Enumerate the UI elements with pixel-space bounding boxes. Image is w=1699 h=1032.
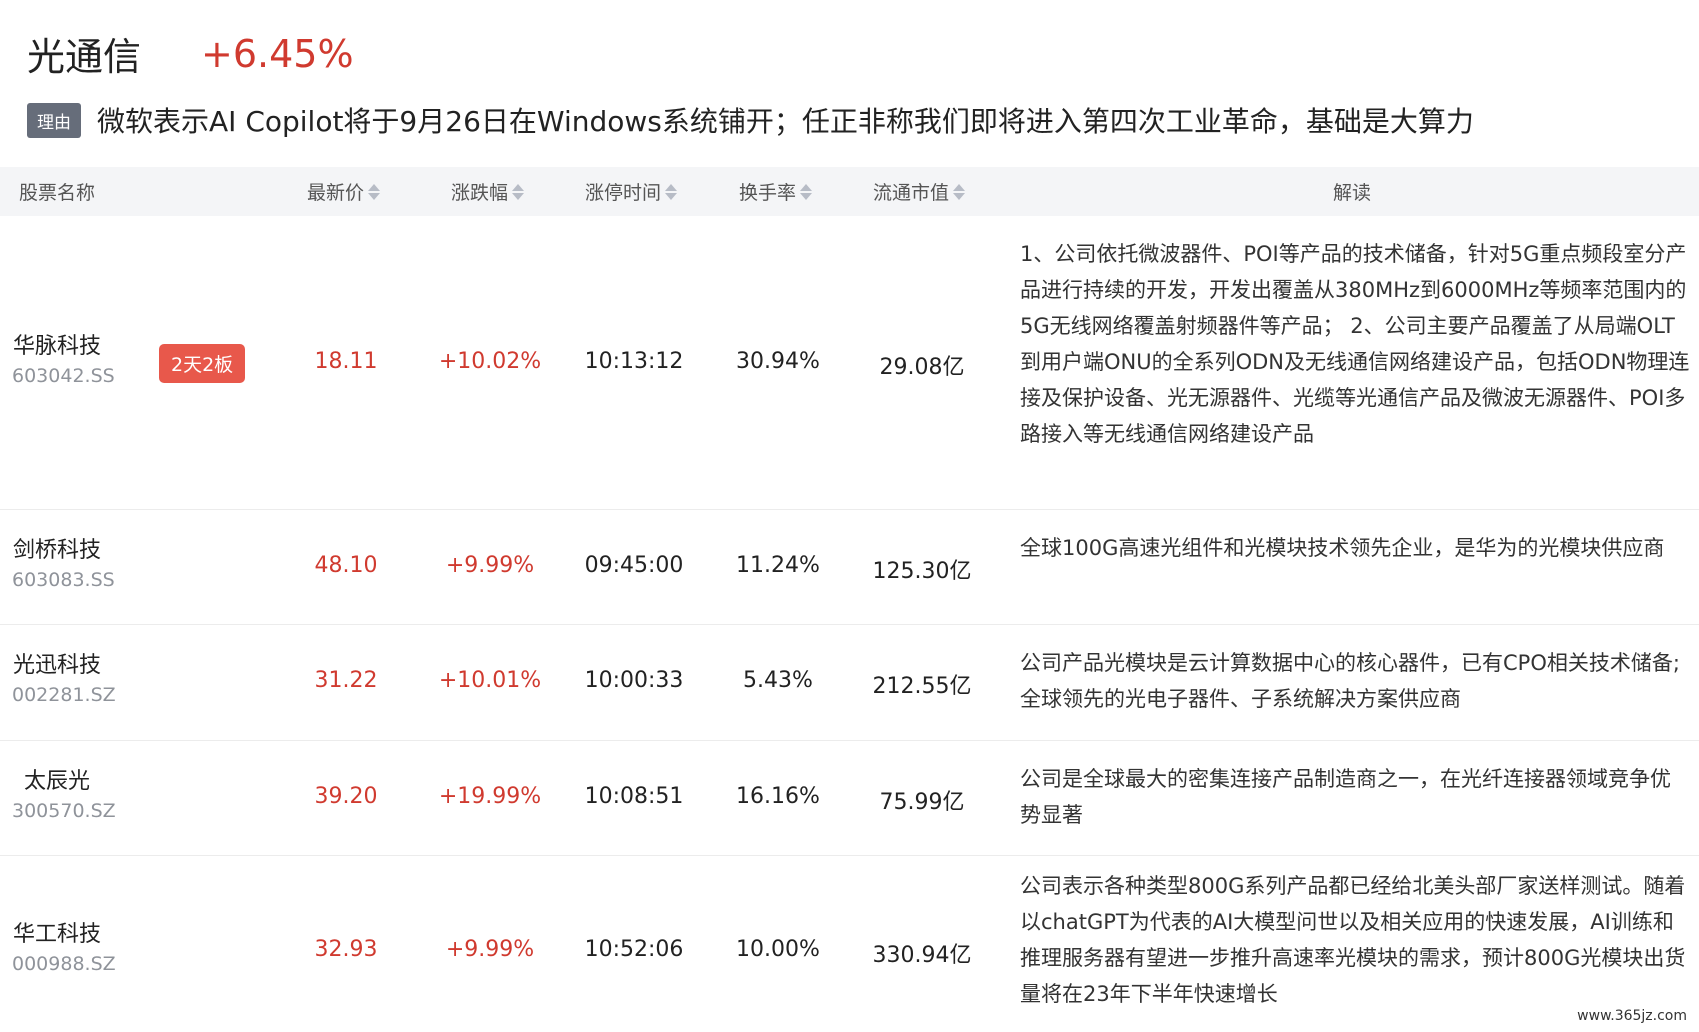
stock-name[interactable]: 华工科技 (13, 916, 101, 948)
sort-icon[interactable] (665, 183, 678, 200)
limit-up-time: 09:45:00 (584, 553, 684, 578)
column-header-limit-time[interactable]: 涨停时间 (585, 178, 678, 205)
limit-up-time: 10:08:51 (584, 784, 684, 809)
change-percent: +10.01% (438, 668, 542, 693)
column-header-change[interactable]: 涨跌幅 (451, 178, 525, 205)
table-row[interactable]: 华工科技 000988.SZ 32.93 +9.99% 10:52:06 10.… (0, 856, 1699, 1032)
column-label: 涨跌幅 (451, 182, 509, 204)
stock-code: 002281.SZ (12, 684, 116, 706)
table-header: 股票名称 最新价 涨跌幅 涨停时间 换手率 流通市值 解读 (0, 167, 1699, 216)
stock-code: 300570.SZ (12, 800, 116, 822)
change-percent: +9.99% (445, 937, 535, 962)
change-percent: +19.99% (438, 784, 542, 809)
table-row[interactable]: 剑桥科技 603083.SS 48.10 +9.99% 09:45:00 11.… (0, 510, 1699, 625)
analysis-text: 公司产品光模块是云计算数据中心的核心器件，已有CPO相关技术储备;全球领先的光电… (1020, 651, 1680, 711)
turnover-rate: 10.00% (736, 937, 820, 962)
stock-name[interactable]: 剑桥科技 (13, 532, 101, 564)
stock-name[interactable]: 光迅科技 (13, 647, 101, 679)
turnover-rate: 11.24% (736, 553, 820, 578)
column-header-name: 股票名称 (19, 182, 96, 204)
sort-icon[interactable] (368, 183, 381, 200)
sort-icon[interactable] (953, 183, 966, 200)
analysis-text: 1、公司依托微波器件、POI等产品的技术储备，针对5G重点频段室分产品进行持续的… (1020, 242, 1690, 446)
limit-up-time: 10:13:12 (584, 349, 684, 374)
sector-title[interactable]: 光通信 (27, 26, 141, 81)
stock-table: 股票名称 最新价 涨跌幅 涨停时间 换手率 流通市值 解读 华脉科技 60304… (0, 167, 1699, 1006)
float-market-cap: 125.30亿 (872, 559, 972, 584)
turnover-rate: 30.94% (736, 349, 820, 374)
table-row[interactable]: 华脉科技 603042.SS 2天2板 18.11 +10.02% 10:13:… (0, 216, 1699, 510)
column-header-price[interactable]: 最新价 (307, 178, 381, 205)
watermark: www.365jz.com (1573, 1006, 1691, 1026)
stock-code: 603083.SS (12, 569, 115, 591)
change-percent: +9.99% (445, 553, 535, 578)
analysis-text: 全球100G高速光组件和光模块技术领先企业，是华为的光模块供应商 (1020, 536, 1665, 560)
limit-up-time: 10:00:33 (584, 668, 684, 693)
page: 光通信 +6.45% 理由 微软表示AI Copilot将于9月26日在Wind… (0, 0, 1699, 1032)
analysis-text: 公司表示各种类型800G系列产品都已经给北美头部厂家送样测试。随着以chatGP… (1020, 874, 1686, 1006)
column-header-analysis: 解读 (1333, 182, 1372, 204)
sort-icon[interactable] (800, 183, 813, 200)
column-label: 最新价 (307, 182, 365, 204)
sort-icon[interactable] (512, 183, 525, 200)
latest-price: 31.22 (314, 668, 378, 693)
stock-name[interactable]: 太辰光 (24, 763, 90, 795)
float-market-cap: 212.55亿 (872, 674, 972, 699)
reason-tag: 理由 (27, 102, 81, 138)
stock-code: 000988.SZ (12, 953, 116, 975)
change-percent: +10.02% (438, 349, 542, 374)
limit-up-time: 10:52:06 (584, 937, 684, 962)
analysis-text: 公司是全球最大的密集连接产品制造商之一，在光纤连接器领域竞争优势显著 (1020, 767, 1671, 827)
turnover-rate: 16.16% (736, 784, 820, 809)
latest-price: 32.93 (314, 937, 378, 962)
column-label: 涨停时间 (585, 182, 662, 204)
column-label: 换手率 (739, 182, 797, 204)
stock-name[interactable]: 华脉科技 (13, 328, 101, 360)
float-market-cap: 29.08亿 (879, 355, 965, 380)
latest-price: 39.20 (314, 784, 378, 809)
column-header-turnover[interactable]: 换手率 (739, 178, 813, 205)
reason-text: 微软表示AI Copilot将于9月26日在Windows系统铺开；任正非称我们… (97, 105, 1474, 138)
latest-price: 18.11 (314, 349, 378, 374)
sector-header: 光通信 +6.45% (27, 26, 354, 81)
turnover-rate: 5.43% (743, 668, 813, 693)
sector-change: +6.45% (201, 31, 354, 76)
table-row[interactable]: 光迅科技 002281.SZ 31.22 +10.01% 10:00:33 5.… (0, 625, 1699, 741)
column-header-float-cap[interactable]: 流通市值 (873, 178, 966, 205)
consecutive-limit-badge: 2天2板 (159, 344, 246, 383)
stock-code: 603042.SS (12, 365, 115, 387)
float-market-cap: 75.99亿 (879, 790, 965, 815)
latest-price: 48.10 (314, 553, 378, 578)
column-label: 流通市值 (873, 182, 950, 204)
table-row[interactable]: 太辰光 300570.SZ 39.20 +19.99% 10:08:51 16.… (0, 741, 1699, 856)
float-market-cap: 330.94亿 (872, 943, 972, 968)
reason-row: 理由 微软表示AI Copilot将于9月26日在Windows系统铺开；任正非… (27, 100, 1687, 140)
